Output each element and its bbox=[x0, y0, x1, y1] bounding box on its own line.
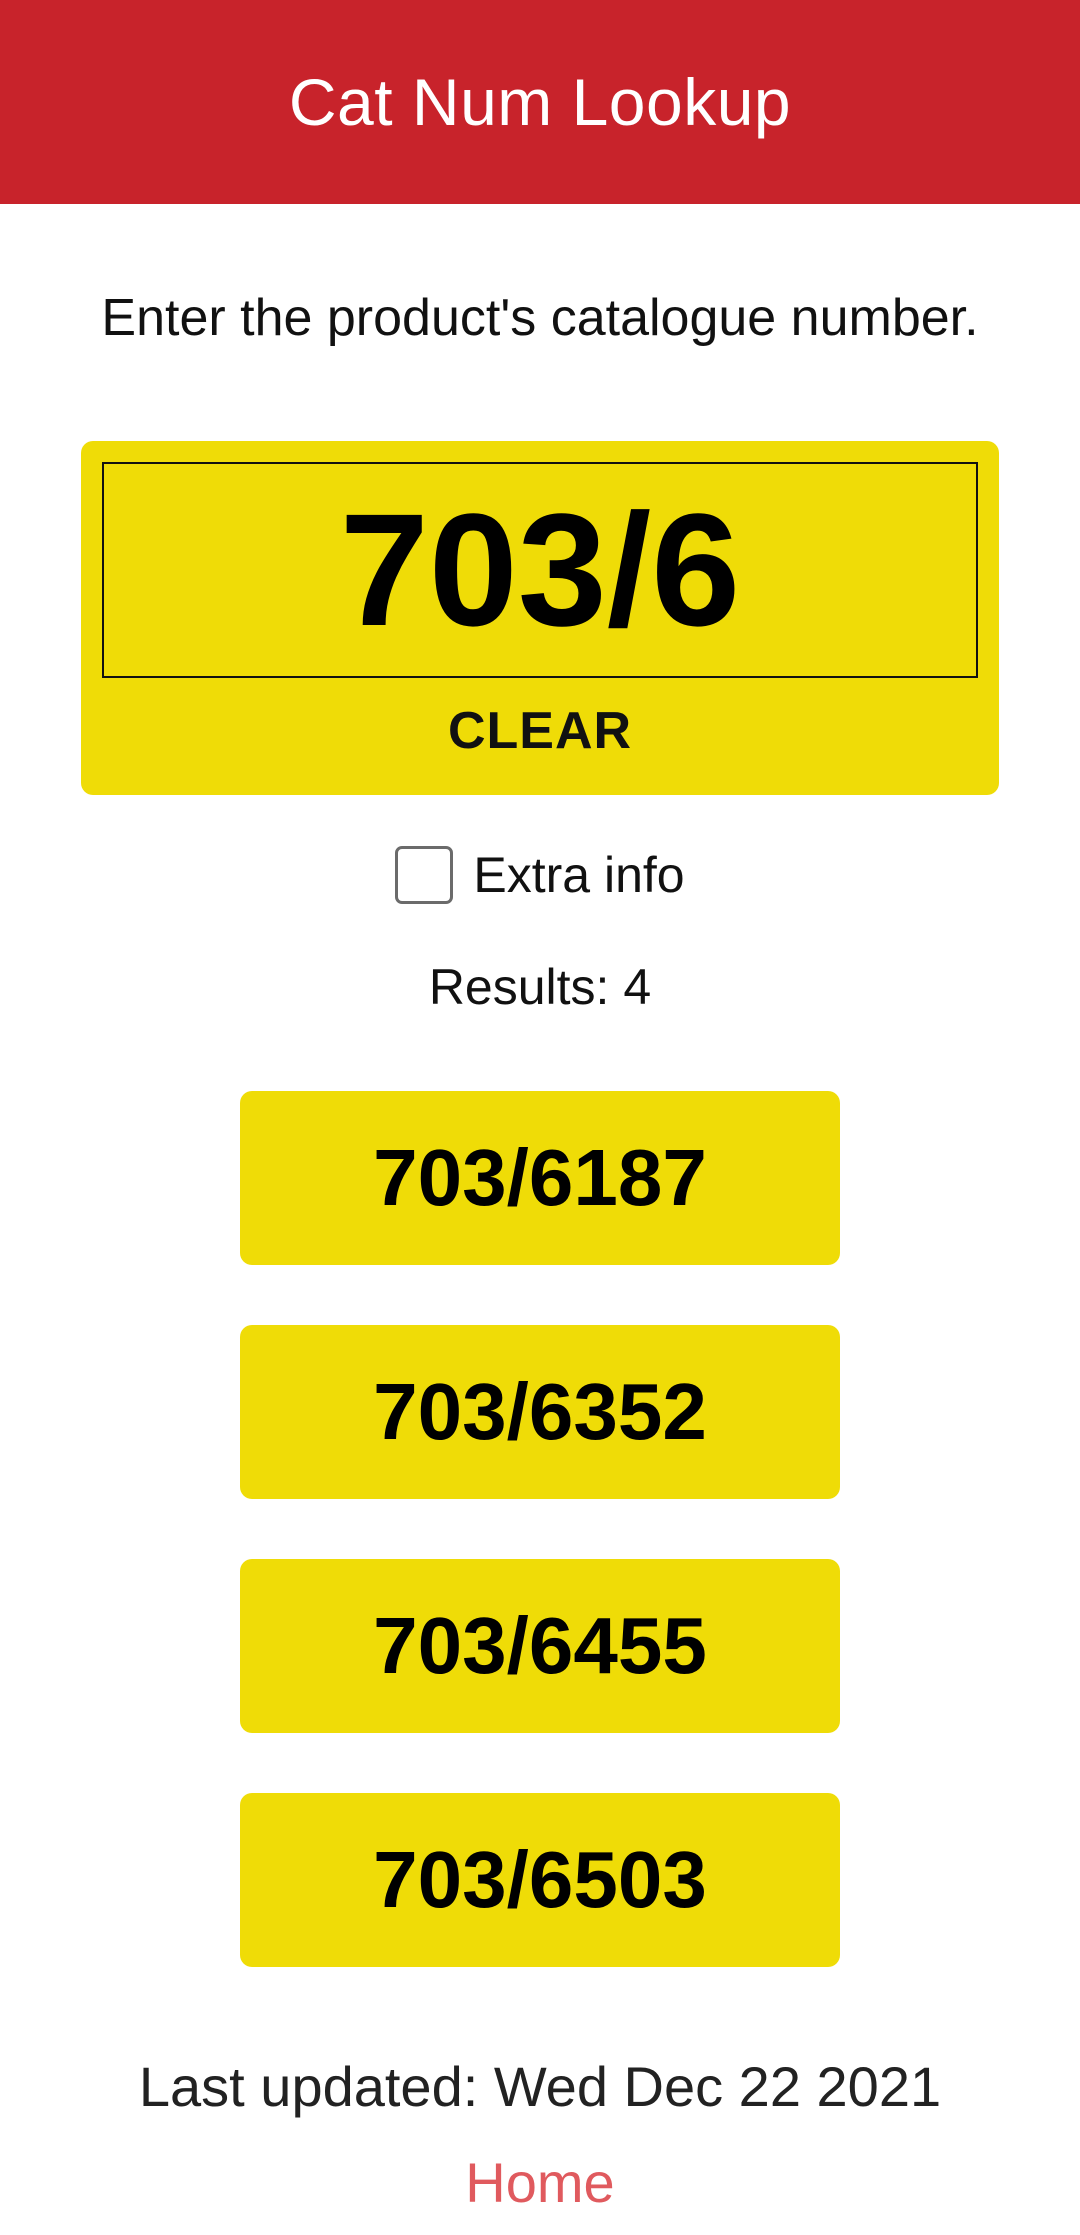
search-panel: CLEAR bbox=[81, 441, 999, 795]
extra-info-label: Extra info bbox=[473, 847, 685, 903]
app-header: Cat Num Lookup bbox=[0, 0, 1080, 204]
instruction-text: Enter the product's catalogue number. bbox=[101, 289, 979, 347]
results-count: Results: 4 bbox=[428, 959, 652, 1015]
home-link[interactable]: Home bbox=[0, 2150, 1080, 2215]
result-item[interactable]: 703/6503 bbox=[240, 1793, 840, 1967]
extra-info-checkbox[interactable] bbox=[395, 846, 454, 904]
catalogue-number-input[interactable] bbox=[102, 462, 978, 678]
last-updated-text: Last updated: Wed Dec 22 2021 bbox=[138, 2055, 942, 2118]
result-item[interactable]: 703/6352 bbox=[240, 1325, 840, 1499]
extra-info-toggle[interactable]: Extra info bbox=[0, 843, 1080, 907]
app-title: Cat Num Lookup bbox=[288, 65, 792, 139]
result-list: 703/6187 703/6352 703/6455 703/6503 bbox=[240, 1091, 840, 2027]
result-item[interactable]: 703/6187 bbox=[240, 1091, 840, 1265]
clear-button[interactable]: CLEAR bbox=[102, 691, 978, 771]
result-item[interactable]: 703/6455 bbox=[240, 1559, 840, 1733]
